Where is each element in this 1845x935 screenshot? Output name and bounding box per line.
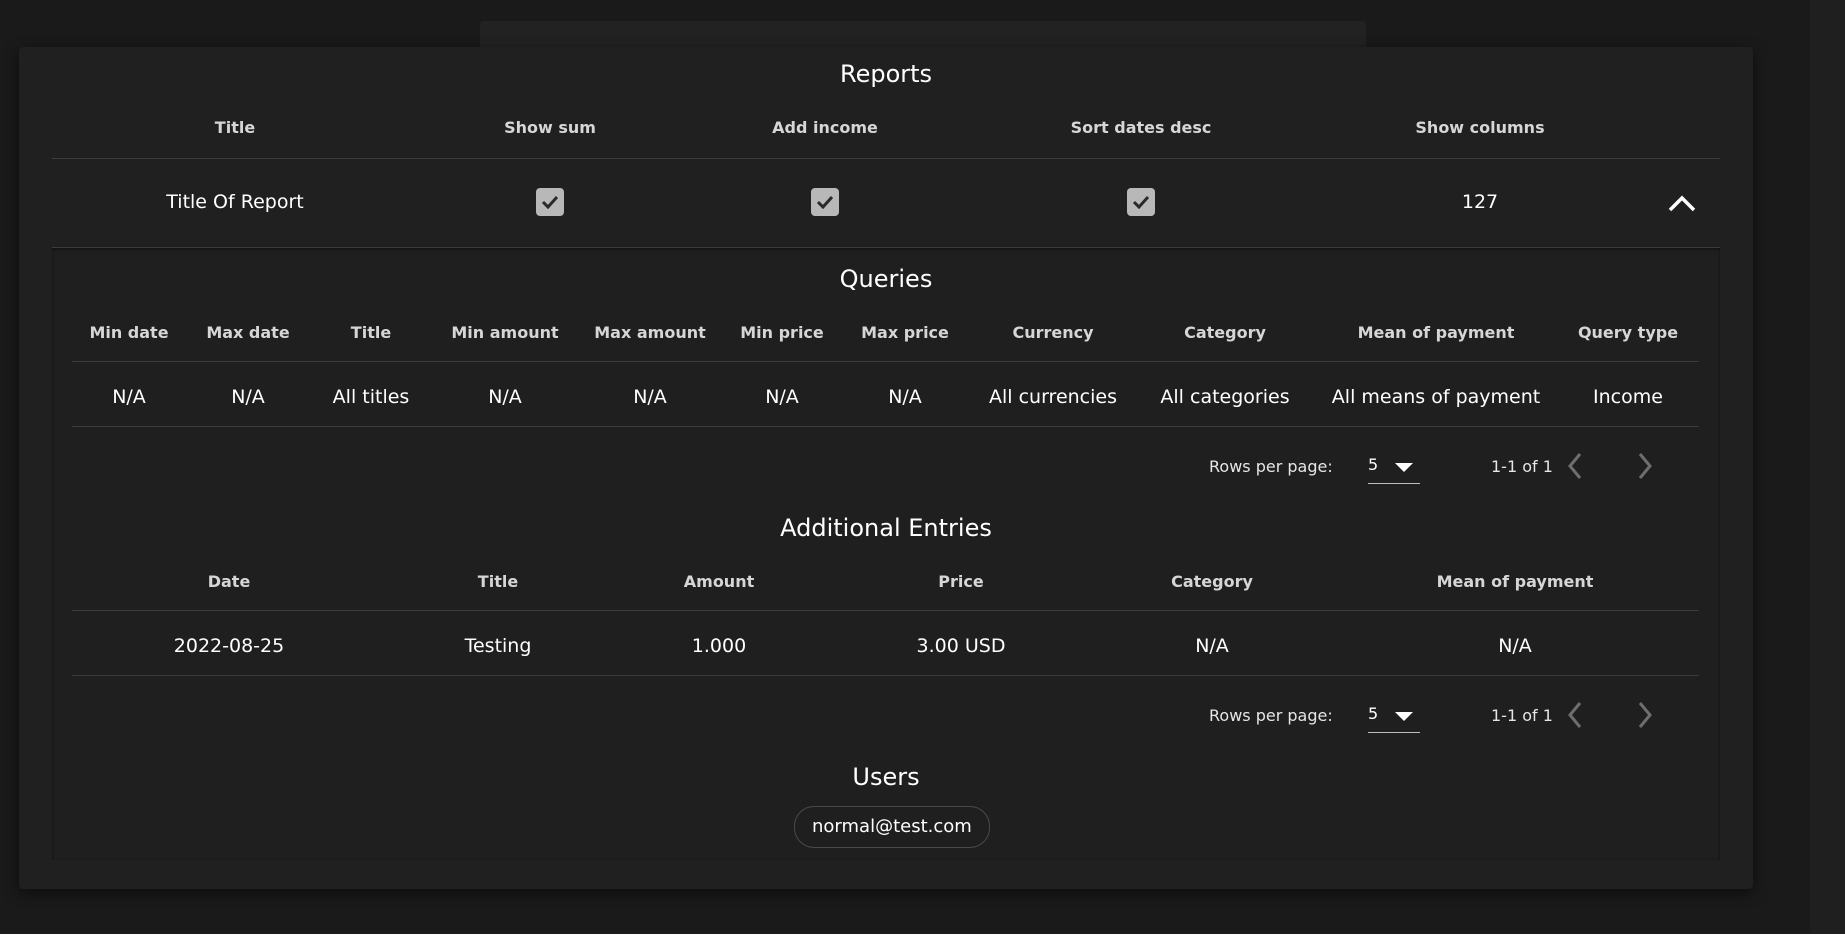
divider [72, 610, 1699, 611]
pagination-range: 1-1 of 1 [1491, 457, 1553, 476]
queries-title: Queries [839, 265, 933, 293]
add-income-checkbox[interactable] [811, 188, 839, 216]
report-title: Title Of Report [166, 191, 304, 213]
header-title[interactable]: Title [215, 118, 255, 137]
query-cell: All titles [332, 386, 410, 408]
query-header-min-amount[interactable]: Min amount [451, 323, 558, 342]
chevron-right-icon [1638, 453, 1652, 479]
entry-cell: Testing [464, 635, 532, 657]
caret-down-icon [1395, 712, 1413, 721]
reports-card: Reports Title Show sum Add income Sort d… [19, 47, 1753, 889]
entry-header-title[interactable]: Title [478, 572, 518, 591]
entry-header-mean-of-payment[interactable]: Mean of payment [1437, 572, 1594, 591]
header-add-income[interactable]: Add income [772, 118, 878, 137]
query-header-max-price[interactable]: Max price [861, 323, 949, 342]
sort-dates-desc-checkbox[interactable] [1127, 188, 1155, 216]
entry-cell: N/A [1498, 635, 1532, 657]
divider [72, 675, 1699, 676]
page: Reports Title Show sum Add income Sort d… [0, 0, 1845, 935]
query-cell: N/A [633, 386, 667, 408]
query-header-min-price[interactable]: Min price [740, 323, 824, 342]
query-header-min-date[interactable]: Min date [89, 323, 168, 342]
check-icon [541, 195, 559, 209]
entry-header-amount[interactable]: Amount [684, 572, 754, 591]
check-icon [1132, 195, 1150, 209]
user-chip[interactable]: normal@test.com [794, 806, 990, 848]
rows-per-page-select[interactable]: 5 [1368, 451, 1420, 484]
caret-down-icon [1395, 463, 1413, 472]
query-cell: N/A [765, 386, 799, 408]
rows-per-page-select[interactable]: 5 [1368, 700, 1420, 733]
divider [72, 426, 1699, 427]
query-header-max-date[interactable]: Max date [206, 323, 289, 342]
entry-cell: N/A [1195, 635, 1229, 657]
show-columns-value: 127 [1461, 191, 1499, 213]
query-cell: N/A [112, 386, 146, 408]
query-cell: All currencies [989, 386, 1117, 408]
entry-cell: 3.00 USD [916, 635, 1006, 657]
previous-page-button[interactable] [1560, 697, 1590, 733]
query-header-category[interactable]: Category [1184, 323, 1266, 342]
divider [52, 158, 1720, 159]
show-sum-checkbox[interactable] [536, 188, 564, 216]
entry-cell: 1.000 [691, 635, 747, 657]
query-cell: N/A [231, 386, 265, 408]
additional-entries-title: Additional Entries [780, 514, 992, 542]
rows-per-page-value: 5 [1368, 704, 1379, 723]
query-cell: All categories [1160, 386, 1290, 408]
entry-header-price[interactable]: Price [938, 572, 983, 591]
chevron-up-icon [1668, 195, 1696, 212]
query-header-mean-of-payment[interactable]: Mean of payment [1358, 323, 1515, 342]
next-page-button[interactable] [1630, 697, 1660, 733]
query-header-query-type[interactable]: Query type [1578, 323, 1678, 342]
header-sort-dates-desc[interactable]: Sort dates desc [1071, 118, 1212, 137]
chevron-left-icon [1568, 702, 1582, 728]
next-page-button[interactable] [1630, 448, 1660, 484]
query-cell: N/A [888, 386, 922, 408]
query-cell: All means of payment [1331, 386, 1541, 408]
check-icon [816, 195, 834, 209]
query-cell: Income [1593, 386, 1663, 408]
entry-cell: 2022-08-25 [173, 635, 285, 657]
chevron-left-icon [1568, 453, 1582, 479]
divider [72, 361, 1699, 362]
reports-title: Reports [839, 60, 933, 88]
query-cell: N/A [488, 386, 522, 408]
entry-header-date[interactable]: Date [208, 572, 251, 591]
chevron-right-icon [1638, 702, 1652, 728]
header-show-sum[interactable]: Show sum [504, 118, 596, 137]
query-header-title[interactable]: Title [351, 323, 391, 342]
query-header-currency[interactable]: Currency [1012, 323, 1093, 342]
pagination-range: 1-1 of 1 [1491, 706, 1553, 725]
header-show-columns[interactable]: Show columns [1415, 118, 1544, 137]
entry-header-category[interactable]: Category [1171, 572, 1253, 591]
previous-page-button[interactable] [1560, 448, 1590, 484]
rows-per-page-value: 5 [1368, 455, 1379, 474]
rows-per-page-label: Rows per page: [1209, 457, 1333, 476]
report-details-panel: Queries Min date Max date Title Min amou… [52, 248, 1720, 860]
right-edge-strip [1810, 0, 1845, 935]
rows-per-page-label: Rows per page: [1209, 706, 1333, 725]
collapse-row-button[interactable] [1662, 189, 1702, 217]
users-title: Users [852, 763, 920, 791]
query-header-max-amount[interactable]: Max amount [594, 323, 706, 342]
